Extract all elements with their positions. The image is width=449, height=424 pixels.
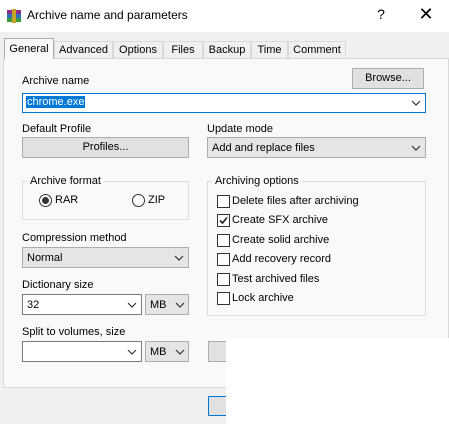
chevron-down-icon[interactable] <box>174 254 184 262</box>
delete-files-checkbox[interactable] <box>217 195 230 208</box>
compression-method-select[interactable]: Normal <box>22 247 189 268</box>
rar-label[interactable]: RAR <box>55 194 78 206</box>
chevron-down-icon[interactable] <box>175 301 185 309</box>
archive-name-combo[interactable]: chrome.exe <box>22 93 426 113</box>
lock-archive-checkbox[interactable] <box>217 292 230 305</box>
ok-button[interactable] <box>208 396 226 416</box>
create-sfx-checkbox[interactable] <box>217 214 230 227</box>
zip-label[interactable]: ZIP <box>148 194 165 206</box>
test-archived-label[interactable]: Test archived files <box>232 273 319 285</box>
dictionary-size-value: 32 <box>27 299 40 311</box>
chevron-down-icon[interactable] <box>127 348 137 356</box>
tab-general[interactable]: General <box>4 38 54 59</box>
zip-radio[interactable] <box>132 194 145 207</box>
tab-options[interactable]: Options <box>113 41 163 58</box>
update-mode-value: Add and replace files <box>212 142 315 154</box>
set-password-button[interactable] <box>208 341 226 362</box>
checkmark-icon <box>219 216 228 225</box>
split-volumes-select[interactable] <box>22 341 142 362</box>
create-sfx-label[interactable]: Create SFX archive <box>232 214 328 226</box>
recovery-record-label[interactable]: Add recovery record <box>232 253 331 265</box>
winrar-app-icon <box>6 8 22 24</box>
archiving-options-label: Archiving options <box>212 175 302 187</box>
chevron-down-icon[interactable] <box>175 348 185 356</box>
rar-radio[interactable] <box>39 194 52 207</box>
close-button[interactable]: ✕ <box>416 4 436 24</box>
tab-backup[interactable]: Backup <box>203 41 251 58</box>
lock-archive-label[interactable]: Lock archive <box>232 292 294 304</box>
occluded-area <box>226 338 449 424</box>
window-title: Archive name and parameters <box>27 8 188 22</box>
create-solid-checkbox[interactable] <box>217 234 230 247</box>
split-unit-select[interactable]: MB <box>145 341 189 362</box>
archive-name-label: Archive name <box>22 75 90 87</box>
tab-comment[interactable]: Comment <box>288 41 346 58</box>
delete-files-label[interactable]: Delete files after archiving <box>232 195 359 207</box>
split-unit-value: MB <box>150 346 167 358</box>
split-volumes-label: Split to volumes, size <box>22 326 126 338</box>
chevron-down-icon[interactable] <box>411 99 421 107</box>
chevron-down-icon[interactable] <box>411 144 421 152</box>
create-solid-label[interactable]: Create solid archive <box>232 234 329 246</box>
tab-time[interactable]: Time <box>251 41 288 58</box>
compression-method-label: Compression method <box>22 232 127 244</box>
recovery-record-checkbox[interactable] <box>217 253 230 266</box>
default-profile-label: Default Profile <box>22 123 92 135</box>
dictionary-size-select[interactable]: 32 <box>22 294 142 315</box>
test-archived-checkbox[interactable] <box>217 273 230 286</box>
help-button[interactable]: ? <box>373 6 389 22</box>
dictionary-unit-value: MB <box>150 299 167 311</box>
dictionary-size-label: Dictionary size <box>22 279 94 291</box>
update-mode-label: Update mode <box>207 123 274 135</box>
tab-advanced[interactable]: Advanced <box>54 41 113 58</box>
archive-format-label: Archive format <box>27 175 104 187</box>
profiles-button[interactable]: Profiles... <box>22 137 189 158</box>
update-mode-select[interactable]: Add and replace files <box>207 137 426 158</box>
archive-name-input[interactable]: chrome.exe <box>26 96 86 108</box>
tab-files[interactable]: Files <box>163 41 203 58</box>
compression-method-value: Normal <box>27 252 63 264</box>
chevron-down-icon[interactable] <box>127 301 137 309</box>
dictionary-unit-select[interactable]: MB <box>145 294 189 315</box>
browse-button[interactable]: Browse... <box>352 68 424 89</box>
